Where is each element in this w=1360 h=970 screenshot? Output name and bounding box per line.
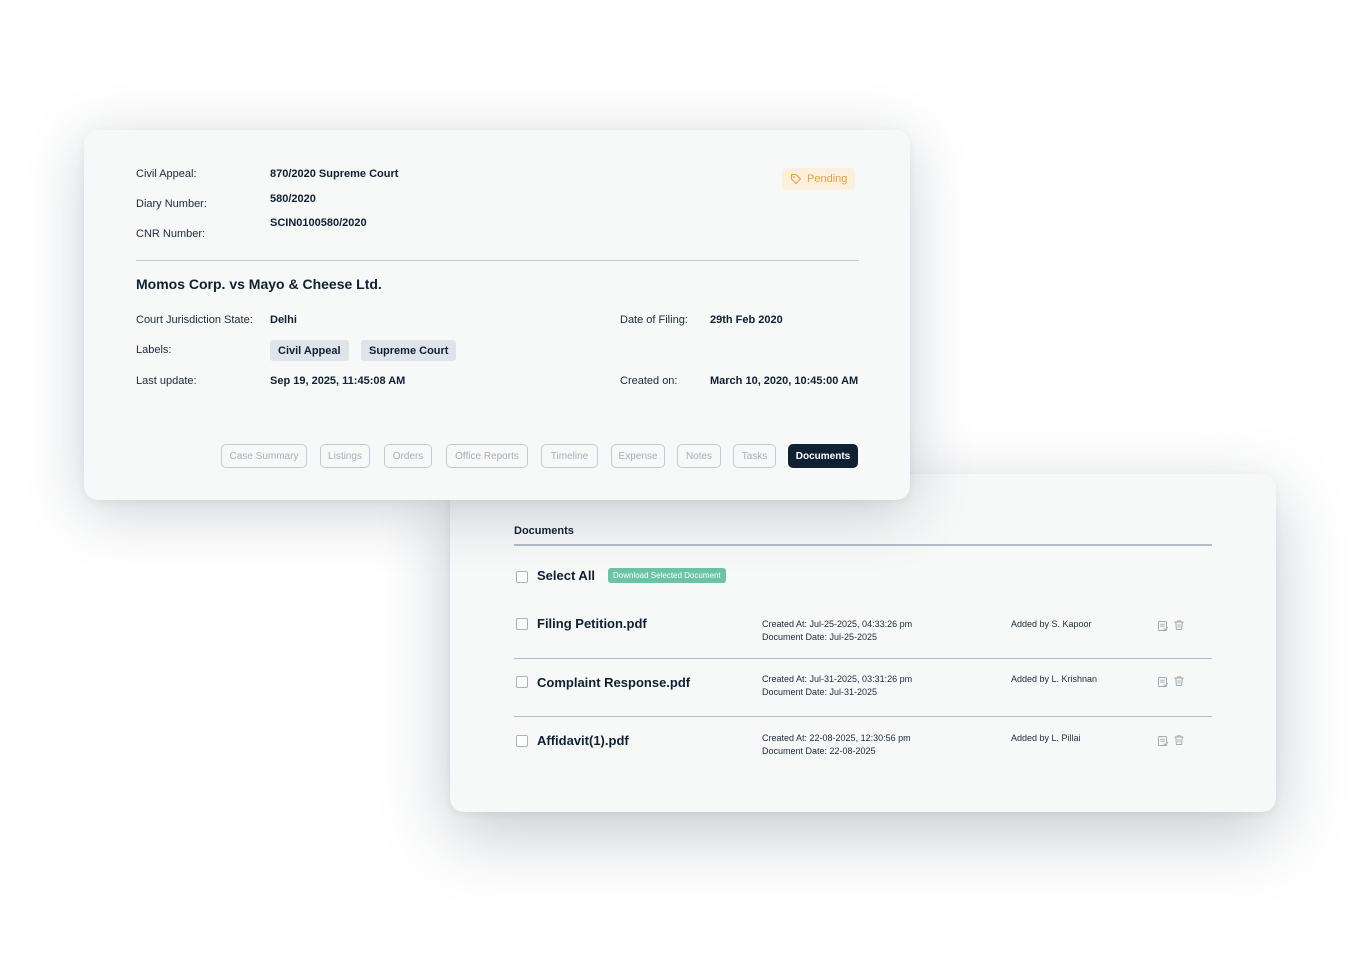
download-selected-button[interactable]: Download Selected Document xyxy=(608,568,726,583)
date-of-filing-label: Date of Filing: xyxy=(620,314,688,326)
jurisdiction-label: Court Jurisdiction State: xyxy=(136,314,253,326)
view-document-icon[interactable] xyxy=(1157,676,1169,688)
document-date: Document Date: Jul-31-2025 xyxy=(762,687,878,697)
tab-timeline[interactable]: Timeline xyxy=(541,444,598,468)
select-all-label[interactable]: Select All xyxy=(537,568,595,583)
documents-heading: Documents xyxy=(514,525,574,537)
created-on-label: Created on: xyxy=(620,375,678,387)
document-checkbox[interactable] xyxy=(516,618,528,630)
case-title: Momos Corp. vs Mayo & Cheese Ltd. xyxy=(136,276,382,292)
view-document-icon[interactable] xyxy=(1157,620,1169,632)
document-name[interactable]: Affidavit(1).pdf xyxy=(537,733,629,748)
status-text: Pending xyxy=(807,173,848,185)
labels-label: Labels: xyxy=(136,344,172,356)
tab-case-summary[interactable]: Case Summary xyxy=(221,444,307,468)
trash-icon[interactable] xyxy=(1173,619,1185,631)
document-created-at: Created At: Jul-31-2025, 03:31:26 pm xyxy=(762,674,913,684)
label-chip-civil-appeal[interactable]: Civil Appeal xyxy=(270,340,349,361)
documents-card: Documents Select All Download Selected D… xyxy=(450,474,1276,812)
tab-office-reports[interactable]: Office Reports xyxy=(446,444,528,468)
tag-icon xyxy=(790,173,802,185)
cnr-number-label: CNR Number: xyxy=(136,228,206,240)
header-divider xyxy=(136,260,859,261)
tab-documents[interactable]: Documents xyxy=(788,444,858,468)
row-divider xyxy=(514,658,1212,659)
document-name[interactable]: Complaint Response.pdf xyxy=(537,675,690,690)
cnr-number-value: SCIN0100580/2020 xyxy=(270,217,367,229)
diary-number-label: Diary Number: xyxy=(136,198,207,210)
trash-icon[interactable] xyxy=(1173,675,1185,687)
document-meta: Created At: 22-08-2025, 12:30:56 pm Docu… xyxy=(762,732,911,758)
last-update-value: Sep 19, 2025, 11:45:08 AM xyxy=(270,375,406,387)
document-meta: Created At: Jul-25-2025, 04:33:26 pm Doc… xyxy=(762,618,912,644)
civil-appeal-value: 870/2020 Supreme Court xyxy=(270,168,399,180)
diary-number-value: 580/2020 xyxy=(270,193,316,205)
tab-listings[interactable]: Listings xyxy=(320,444,370,468)
tab-expense[interactable]: Expense xyxy=(611,444,665,468)
created-on-value: March 10, 2020, 10:45:00 AM xyxy=(710,375,859,387)
select-all-checkbox[interactable] xyxy=(516,571,528,583)
document-date: Document Date: Jul-25-2025 xyxy=(762,632,878,642)
view-document-icon[interactable] xyxy=(1157,735,1169,747)
row-divider xyxy=(514,716,1212,717)
jurisdiction-value: Delhi xyxy=(270,314,297,326)
document-added-by: Added by L. Pillai xyxy=(1011,733,1081,743)
document-name[interactable]: Filing Petition.pdf xyxy=(537,616,647,631)
documents-heading-underline xyxy=(514,544,1212,546)
date-of-filing-value: 29th Feb 2020 xyxy=(710,314,783,326)
document-created-at: Created At: Jul-25-2025, 04:33:26 pm xyxy=(762,619,913,629)
status-badge: Pending xyxy=(782,168,856,190)
label-chip-supreme-court[interactable]: Supreme Court xyxy=(361,340,457,361)
document-meta: Created At: Jul-31-2025, 03:31:26 pm Doc… xyxy=(762,673,912,699)
tab-orders[interactable]: Orders xyxy=(384,444,432,468)
document-added-by: Added by L. Krishnan xyxy=(1011,674,1098,684)
tab-tasks[interactable]: Tasks xyxy=(733,444,776,468)
tab-notes[interactable]: Notes xyxy=(677,444,721,468)
document-added-by: Added by S. Kapoor xyxy=(1011,619,1092,629)
document-date: Document Date: 22-08-2025 xyxy=(762,746,876,756)
document-created-at: Created At: 22-08-2025, 12:30:56 pm xyxy=(762,733,911,743)
document-checkbox[interactable] xyxy=(516,676,528,688)
last-update-label: Last update: xyxy=(136,375,197,387)
trash-icon[interactable] xyxy=(1173,734,1185,746)
document-checkbox[interactable] xyxy=(516,735,528,747)
civil-appeal-label: Civil Appeal: xyxy=(136,168,197,180)
case-details-card: Civil Appeal: 870/2020 Supreme Court Dia… xyxy=(84,130,910,500)
